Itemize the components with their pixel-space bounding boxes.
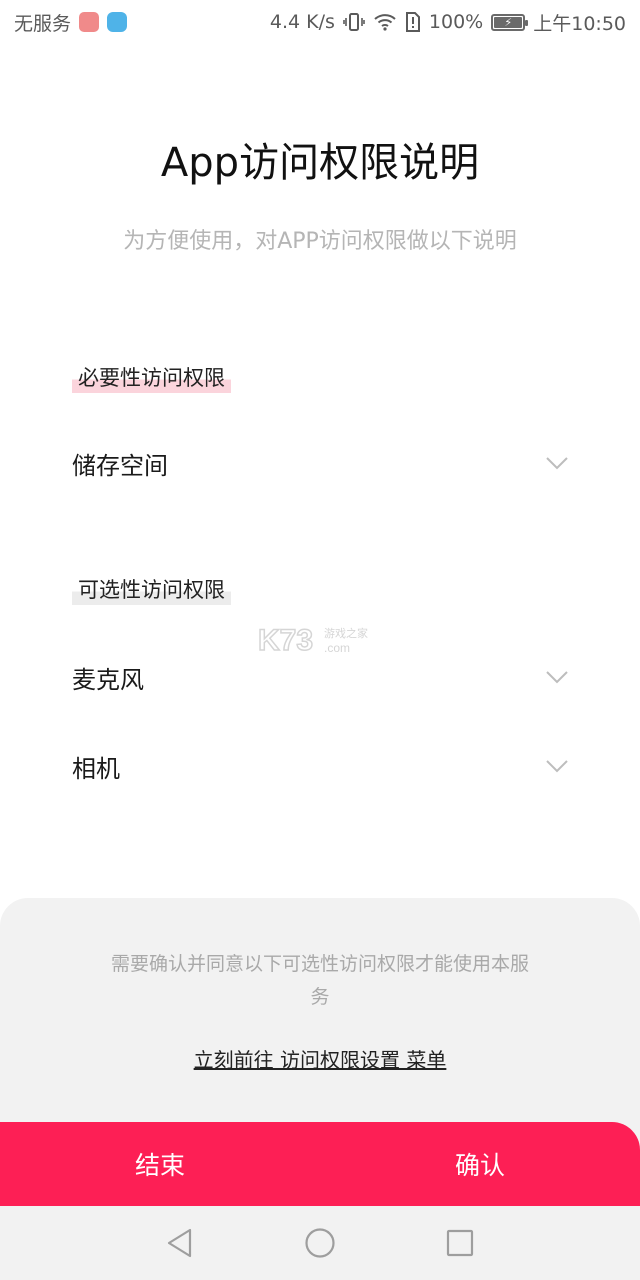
shield-app-icon [107, 12, 128, 32]
back-icon[interactable] [160, 1223, 200, 1263]
page-subtitle: 为方便使用，对APP访问权限做以下说明 [123, 229, 517, 254]
wifi-icon [373, 12, 397, 32]
battery-charging-icon: ⚡ [491, 13, 529, 31]
recents-icon[interactable] [440, 1223, 480, 1263]
chevron-down-icon[interactable] [546, 759, 568, 773]
consent-notice: 需要确认并同意以下可选性访问权限才能使用本服务 [110, 953, 529, 1008]
status-bar: 无服务 4.4 K/s 100% ⚡ 上午10:50 [0, 0, 640, 44]
vibrate-icon [343, 12, 365, 32]
network-speed: 4.4 K/s [269, 11, 335, 33]
battery-percent: 100% [428, 11, 484, 33]
permission-label: 相机 [72, 754, 120, 783]
permission-label: 储存空间 [72, 451, 168, 480]
screen: 无服务 4.4 K/s 100% ⚡ 上午10:50 App访问权限说明 为方便… [0, 0, 640, 1280]
chevron-down-icon[interactable] [546, 456, 568, 470]
chevron-down-icon[interactable] [546, 670, 568, 684]
permission-settings-link[interactable]: 立刻前往 访问权限设置 菜单 [0, 1044, 640, 1073]
action-bar: 结束 确认 [0, 1122, 640, 1206]
status-right: 4.4 K/s 100% ⚡ 上午10:50 [270, 9, 626, 36]
permission-label: 麦克风 [72, 665, 144, 694]
permission-row-camera[interactable]: 相机 [72, 746, 568, 786]
confirm-button[interactable]: 确认 [320, 1122, 640, 1206]
optional-permissions-heading: 可选性访问权限 [72, 575, 231, 605]
watermark-domain: .com [324, 641, 350, 655]
carrier-text: 无服务 [14, 12, 72, 35]
huawei-app-icon [79, 12, 100, 32]
home-icon[interactable] [300, 1223, 340, 1263]
end-button[interactable]: 结束 [0, 1122, 320, 1206]
watermark-k73: K73 [258, 624, 313, 657]
permission-row-microphone[interactable]: 麦克风 [72, 657, 568, 697]
k73-watermark-logo: K73 游戏之家 .com [258, 623, 368, 658]
status-left: 无服务 [14, 9, 128, 36]
sim-alert-icon [405, 12, 421, 32]
required-permissions-heading: 必要性访问权限 [72, 363, 231, 393]
permission-row-storage[interactable]: 储存空间 [72, 443, 568, 483]
system-nav-bar [0, 1206, 640, 1280]
watermark-cn: 游戏之家 [324, 626, 368, 640]
clock: 上午10:50 [533, 12, 626, 35]
page-title: App访问权限说明 [160, 140, 480, 186]
